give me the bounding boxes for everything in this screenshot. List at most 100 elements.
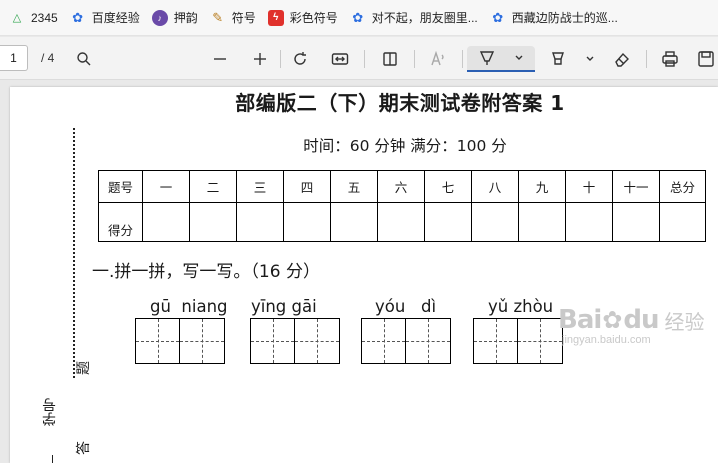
toolbar-divider	[414, 50, 415, 68]
table-cell: 一	[142, 170, 190, 203]
table-cell	[377, 202, 425, 242]
bookmark-label: 押韵	[173, 11, 198, 25]
bookmark-fuhao[interactable]: ✎ 符号	[205, 5, 263, 31]
table-cell	[612, 202, 660, 242]
table-cell: 三	[236, 170, 284, 203]
watermark-brand2: du	[623, 305, 659, 335]
erase-button[interactable]	[608, 46, 636, 72]
grid-cell	[180, 319, 224, 363]
grid-cell	[518, 319, 562, 363]
bookmark-pengyouquan[interactable]: ✿ 对不起，朋友圈里...	[345, 5, 485, 31]
document-title: 部编版二（下）期末测试卷附答案 1	[235, 91, 565, 115]
page-number-input[interactable]: 1	[0, 45, 28, 71]
writing-grid	[473, 318, 563, 364]
baidu-paw-icon: ✿	[492, 9, 504, 25]
fit-width-button[interactable]	[326, 46, 354, 72]
watermark-url: jingyan.baidu.com	[562, 334, 651, 346]
pinyin-label: yóu dì	[375, 297, 437, 316]
table-cell: 六	[377, 170, 425, 203]
binding-line	[73, 128, 75, 378]
table-cell	[236, 202, 284, 242]
save-icon	[698, 51, 714, 67]
search-icon	[77, 52, 91, 66]
toolbar-divider	[364, 50, 365, 68]
baidu-paw-icon: ✿	[352, 9, 364, 25]
writing-grid	[135, 318, 225, 364]
bookmark-label: 彩色符号	[289, 11, 338, 25]
grid-cell	[295, 319, 339, 363]
print-button[interactable]	[656, 46, 684, 72]
student-id-label: 学号	[42, 398, 58, 426]
bookmark-baidu-jingyan[interactable]: ✿ 百度经验	[65, 5, 147, 31]
grid-cell	[406, 319, 450, 363]
document-subtitle: 时间：60 分钟 满分：100 分	[303, 137, 507, 155]
zoom-in-button[interactable]	[246, 46, 274, 72]
read-aloud-icon	[431, 51, 444, 66]
margin-char: 答	[76, 441, 92, 455]
grid-cell	[136, 319, 180, 363]
page-total: / 4	[41, 51, 55, 65]
2345-logo-icon: △	[12, 12, 22, 24]
table-cell	[283, 202, 331, 242]
highlighter-icon	[552, 52, 564, 65]
table-cell	[142, 202, 190, 242]
table-cell: 总分	[659, 170, 706, 203]
table-cell: 十一	[612, 170, 660, 203]
draw-icon	[479, 51, 495, 65]
table-cell: 七	[424, 170, 472, 203]
table-row: 题号 一 二 三 四 五 六 七 八 九 十 十一 总分	[98, 170, 706, 203]
search-button[interactable]	[70, 46, 98, 72]
table-cell: 八	[471, 170, 519, 203]
writing-grid	[250, 318, 340, 364]
bookmark-caise-fuhao[interactable]: ϟ 彩色符号	[263, 5, 345, 31]
table-cell	[189, 202, 237, 242]
bookmark-xizang[interactable]: ✿ 西藏边防战士的巡...	[485, 5, 625, 31]
bookmark-yayun[interactable]: ♪ 押韵	[147, 5, 205, 31]
grid-cell	[251, 319, 295, 363]
table-cell	[659, 202, 706, 242]
grid-cell	[362, 319, 406, 363]
chevron-down-icon	[586, 56, 594, 61]
grid-cell	[474, 319, 518, 363]
page-view-button[interactable]	[376, 46, 404, 72]
table-cell: 二	[189, 170, 237, 203]
section-heading: 一.拼一拼，写一写。（16 分）	[92, 262, 320, 282]
bookmark-label: 西藏边防战士的巡...	[511, 11, 618, 25]
table-cell: 十	[565, 170, 613, 203]
red-bolt-icon: ϟ	[267, 9, 284, 26]
table-cell: 题号	[98, 170, 143, 203]
table-cell	[330, 202, 378, 242]
rotate-icon	[294, 52, 306, 65]
table-cell: 四	[283, 170, 331, 203]
pencil-icon: ✎	[212, 9, 224, 25]
pinyin-label: yǔ zhòu	[488, 297, 554, 316]
pinyin-label: gū niang	[150, 297, 228, 316]
baidu-paw-icon: ✿	[72, 9, 84, 25]
toolbar-divider	[280, 50, 281, 68]
plus-icon	[254, 53, 266, 65]
rotate-button[interactable]	[286, 46, 314, 72]
minus-icon	[214, 58, 226, 60]
table-cell	[565, 202, 613, 242]
zoom-out-button[interactable]	[206, 46, 234, 72]
pdf-toolbar: 1 / 4	[0, 37, 718, 80]
toolbar-divider	[646, 50, 647, 68]
purple-logo-icon: ♪	[151, 9, 168, 26]
pinyin-label: yīng gāi	[251, 297, 317, 316]
baidu-watermark: Bai ✿ du 经验	[558, 305, 705, 335]
read-aloud-button[interactable]	[424, 46, 452, 72]
baidu-paw-icon: ✿	[602, 306, 623, 334]
highlight-draw-button[interactable]	[467, 46, 535, 72]
table-cell: 五	[330, 170, 378, 203]
bookmark-label: 百度经验	[91, 11, 140, 25]
table-cell	[518, 202, 566, 242]
page-view-icon	[383, 52, 397, 66]
watermark-cn: 经验	[664, 309, 705, 334]
table-cell	[471, 202, 519, 242]
table-cell: 得分	[98, 202, 143, 242]
highlight-button[interactable]	[544, 46, 600, 72]
table-cell: 九	[518, 170, 566, 203]
bookmark-label: 对不起，朋友圈里...	[371, 11, 478, 25]
bookmark-2345[interactable]: △ 2345	[4, 5, 65, 31]
save-button[interactable]	[694, 46, 718, 72]
